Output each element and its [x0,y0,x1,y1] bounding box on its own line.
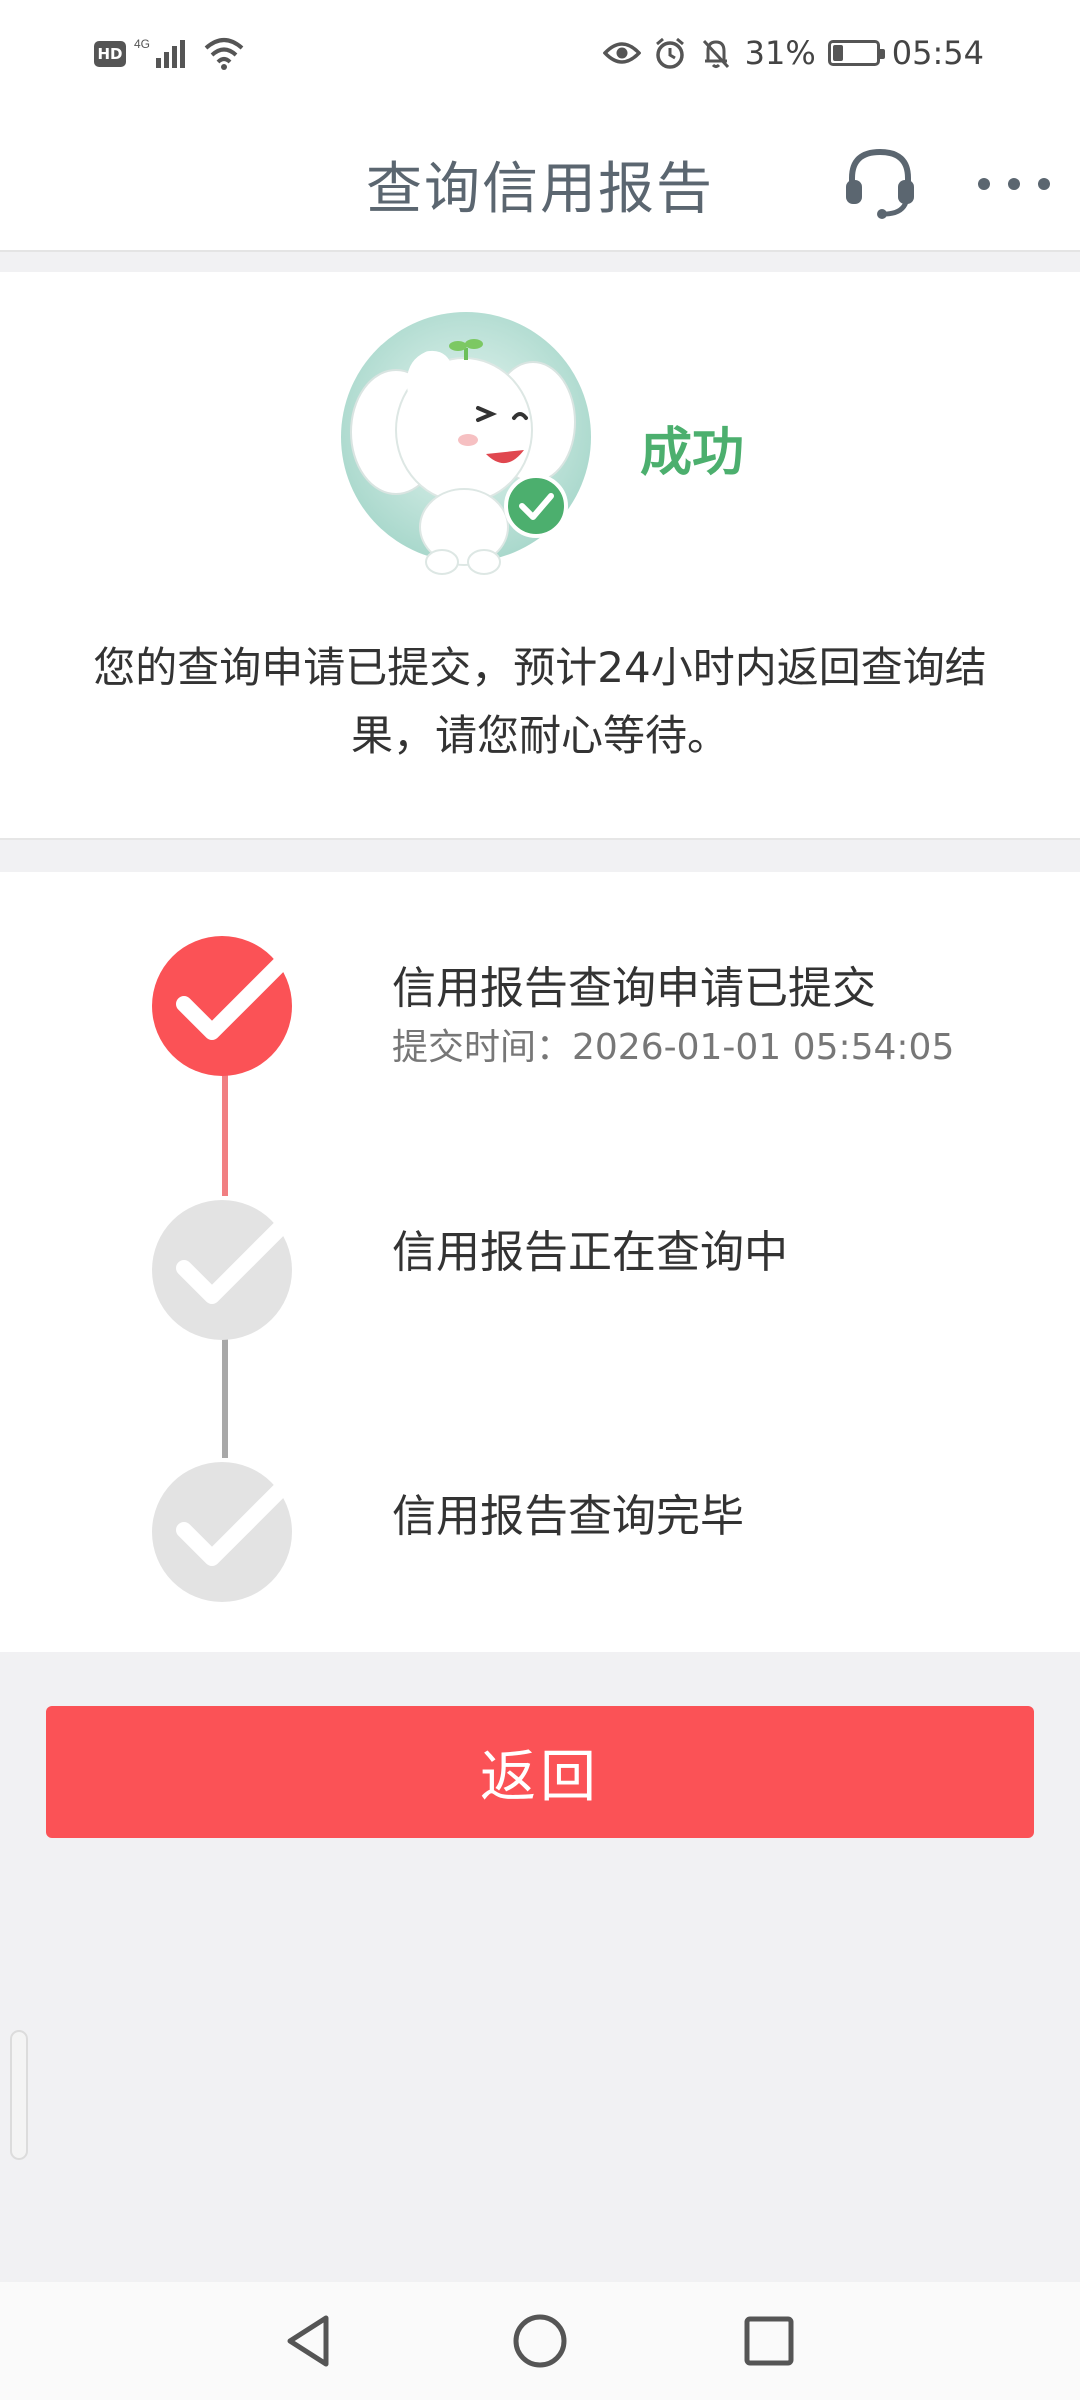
network-type: 4G [134,37,150,51]
hd-badge: HD [94,41,126,67]
more-dot [1038,178,1050,190]
step-2-title: 信用报告正在查询中 [392,1227,788,1278]
eye-icon [602,38,641,68]
step-1-check-icon [150,932,298,1078]
step-1-time: 提交时间：2026-01-01 05:54:05 [392,1027,955,1068]
step-3-title: 信用报告查询完毕 [392,1491,744,1542]
success-card: 成功 您的查询申请已提交，预计24小时内返回查询结果，请您耐心等待。 [0,272,1080,840]
battery-level [832,45,844,61]
wifi-icon [202,36,246,72]
mute-bell-icon [699,36,733,70]
status-left: HD 4G [94,34,246,74]
alarm-icon [653,36,687,70]
home-circle-icon[interactable] [505,2306,575,2376]
battery-icon [827,40,885,66]
nav-bar: 查询信用报告 [0,106,1080,252]
status-right: 31% 05:54 [602,30,984,76]
success-status-label: 成功 [640,423,745,483]
back-triangle-icon[interactable] [274,2306,344,2376]
elephant-mascot-image [338,312,598,582]
step-2-check-icon [150,1196,298,1342]
step-1-title: 信用报告查询申请已提交 [392,963,876,1014]
progress-steps: 信用报告查询申请已提交 提交时间：2026-01-01 05:54:05 信用报… [0,872,1080,1652]
success-message: 您的查询申请已提交，预计24小时内返回查询结果，请您耐心等待。 [93,643,987,760]
signal-icon: 4G [134,36,194,72]
step-connector-pending [222,1328,228,1458]
recents-square-icon[interactable] [734,2306,804,2376]
system-nav-bar [0,2282,1080,2400]
clock: 05:54 [891,34,984,72]
step-connector-done [222,1064,228,1196]
more-icon[interactable] [978,156,1050,212]
step-3-check-icon [150,1458,298,1604]
edge-scroll-handle[interactable] [10,2030,28,2160]
more-dot [1008,178,1020,190]
battery-percent: 31% [744,34,816,72]
back-button[interactable]: 返回 [46,1706,1034,1838]
headset-icon[interactable] [840,142,920,222]
more-dot [978,178,990,190]
status-bar: HD 4G 31% 05:54 [0,0,1080,106]
